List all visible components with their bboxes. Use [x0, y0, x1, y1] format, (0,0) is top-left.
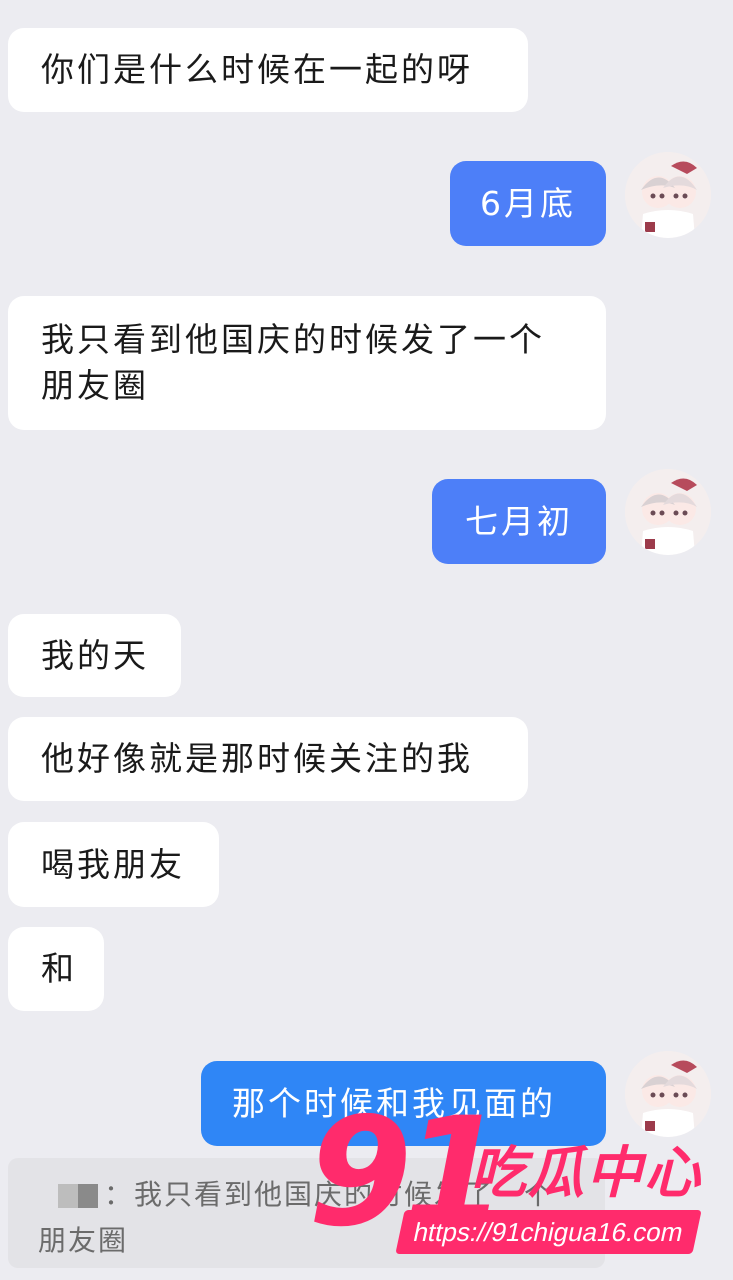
message-text-line: 我只看到他国庆的时候发了一个 [41, 320, 545, 359]
watermark-logo: 91 吃瓜中心 https://91chigua16.com [300, 1098, 720, 1258]
message-bubble-incoming[interactable]: 你们是什么时候在一起的呀 [8, 28, 528, 112]
message-text-line: 朋友圈 [41, 366, 149, 405]
anime-avatar-icon [625, 469, 711, 555]
message-text: 你们是什么时候在一起的呀 [41, 50, 473, 89]
message-bubble-incoming[interactable]: 他好像就是那时候关注的我 [8, 717, 528, 801]
message-bubble-outgoing[interactable]: 七月初 [432, 479, 606, 564]
user-avatar[interactable] [625, 152, 711, 238]
message-text: 我的天 [41, 636, 149, 675]
anime-avatar-icon [625, 152, 711, 238]
message-bubble-incoming[interactable]: 喝我朋友 [8, 822, 219, 907]
watermark-title: 吃瓜中心 [470, 1141, 702, 1206]
message-text: 他好像就是那时候关注的我 [41, 739, 473, 778]
message-text: 七月初 [465, 502, 573, 541]
message-text: 6月底 [480, 184, 576, 223]
user-avatar[interactable] [625, 469, 711, 555]
redacted-sender-name [58, 1184, 98, 1208]
watermark-url: https://91chigua16.com [395, 1210, 702, 1254]
message-text: 和 [41, 949, 77, 988]
message-bubble-incoming[interactable]: 我只看到他国庆的时候发了一个 朋友圈 [8, 296, 606, 430]
message-bubble-incoming[interactable]: 和 [8, 927, 104, 1011]
message-bubble-outgoing[interactable]: 6月底 [450, 161, 606, 246]
chat-area[interactable]: 你们是什么时候在一起的呀 6月底 我只看到他国庆的时候发了一个 朋友圈 七月初 [0, 0, 733, 1280]
message-text: 喝我朋友 [41, 845, 185, 884]
message-bubble-incoming[interactable]: 我的天 [8, 614, 181, 697]
quote-separator: ： [104, 1178, 135, 1211]
